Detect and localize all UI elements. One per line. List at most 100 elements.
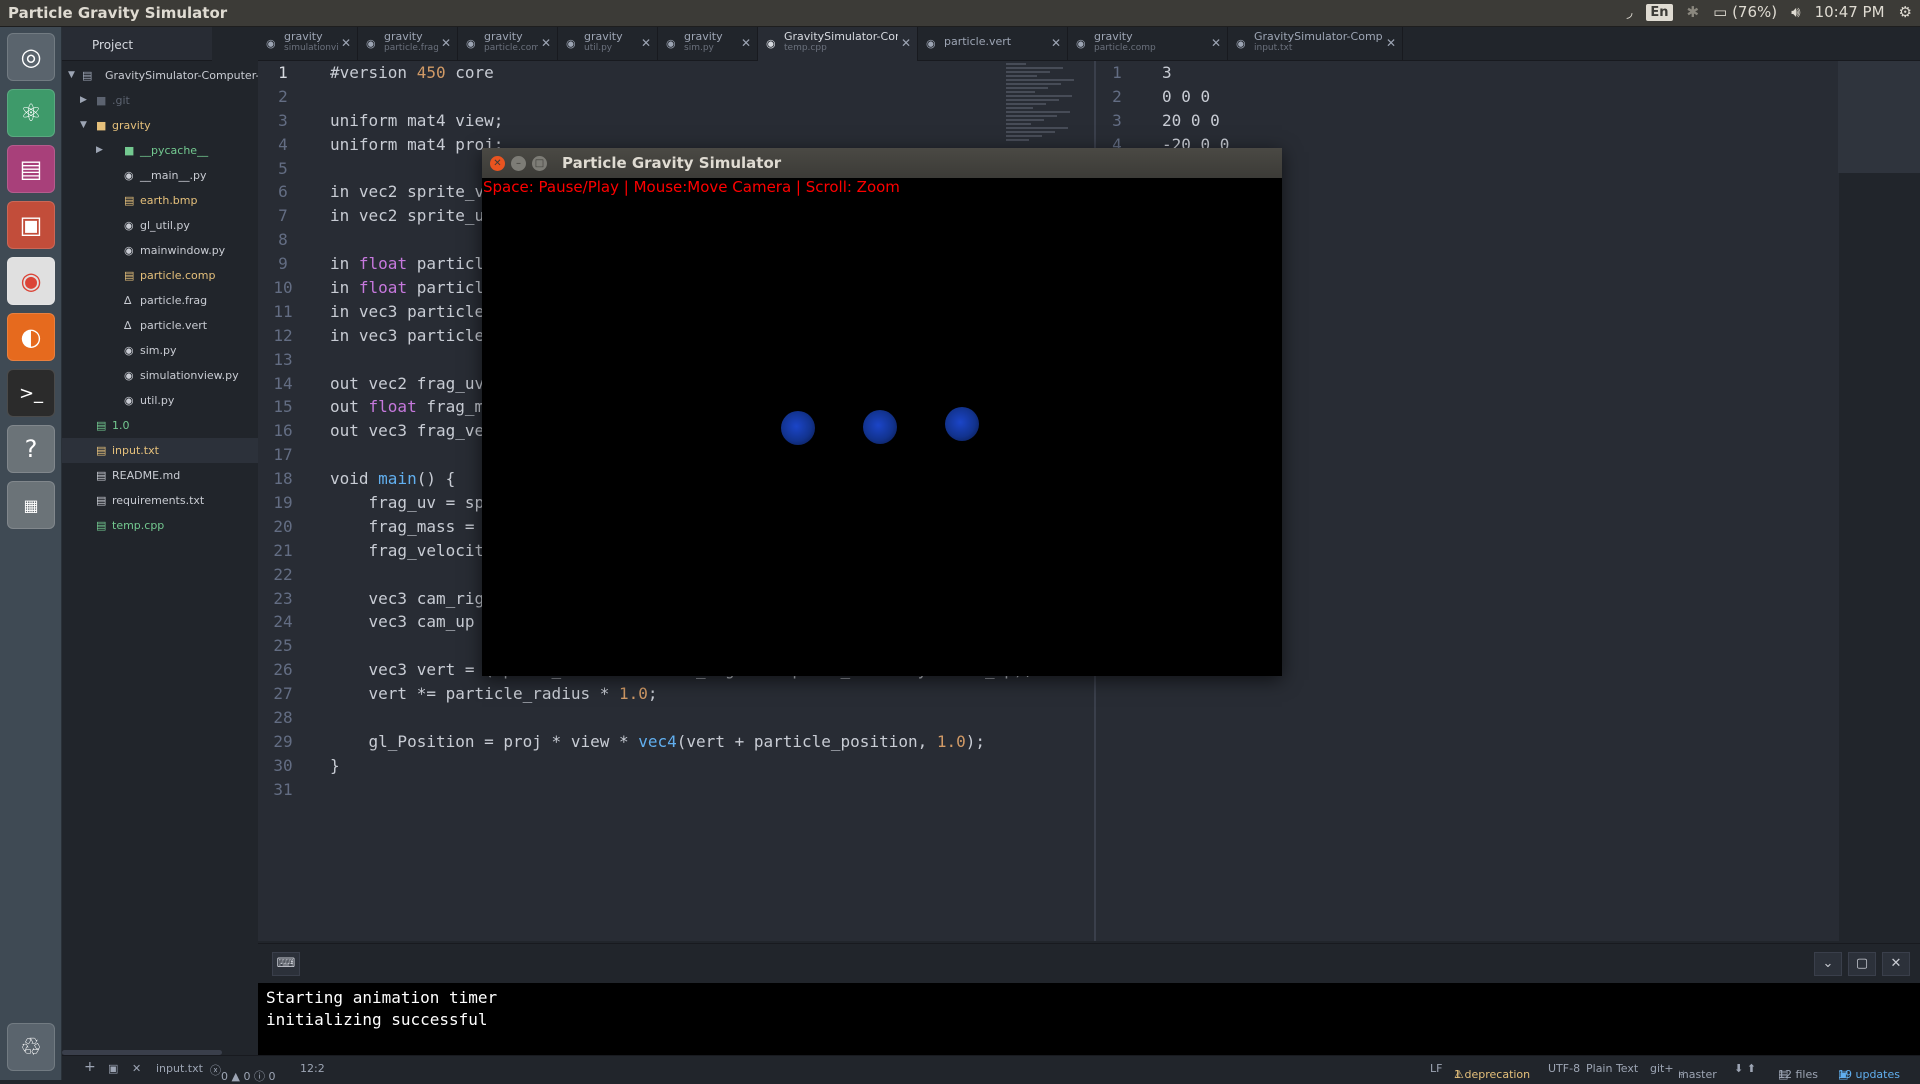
tree-item[interactable]: ◉ gl_util.py <box>62 213 258 238</box>
files-icon[interactable]: ▣ <box>7 201 55 249</box>
line-number: 6 <box>278 182 288 202</box>
close-tab-icon[interactable]: ✕ <box>1051 36 1061 50</box>
code-line[interactable]: #version 450 core <box>330 61 1033 85</box>
workspaces-icon[interactable]: ▦ <box>7 481 55 529</box>
editor-tab[interactable]: ◉gravityparticle.comp✕ <box>458 27 558 61</box>
tree-item[interactable]: ▶ ■ __pycache__ <box>62 138 258 163</box>
tree-root[interactable]: ▼ ▤ GravitySimulator-Computer-Gr <box>62 63 273 88</box>
wifi-icon[interactable]: ◞ <box>1627 3 1633 21</box>
simulator-titlebar[interactable]: ✕ – □ Particle Gravity Simulator <box>482 148 1282 178</box>
close-tab-icon[interactable]: ✕ <box>741 36 751 50</box>
tree-item[interactable]: ◉ sim.py <box>62 338 258 363</box>
fetch-icon[interactable]: ⬇ ⬆ <box>1734 1062 1756 1075</box>
repo-icon: ▤ <box>82 69 93 82</box>
editor-tab[interactable]: ◉ gravitysimulationvie...✕ <box>258 27 358 61</box>
editor-tab[interactable]: ◉ gravity sim.py ✕ <box>658 27 758 61</box>
atom-icon[interactable]: ⚛ <box>7 89 55 137</box>
tree-item[interactable]: ◉ __main__.py <box>62 163 258 188</box>
simulator-window[interactable]: ✕ – □ Particle Gravity Simulator Space: … <box>482 148 1282 676</box>
close-tab-icon[interactable]: ✕ <box>1211 36 1221 50</box>
editor-tab[interactable]: ◉ GravitySimulator-Compute...input.txt ✕ <box>1228 27 1403 61</box>
terminal-icon[interactable]: >_ <box>7 369 55 417</box>
bluetooth-icon[interactable]: ✱ <box>1687 3 1700 21</box>
tree-item[interactable]: ▤ requirements.txt <box>62 488 258 513</box>
close-tab-icon[interactable]: ✕ <box>441 36 451 50</box>
close-icon[interactable]: ✕ <box>132 1062 141 1075</box>
add-icon[interactable]: + <box>84 1059 96 1075</box>
minimize-window-icon[interactable]: – <box>511 156 526 171</box>
line-number: 9 <box>278 254 288 274</box>
tree-item[interactable]: ▶ ■ .git <box>62 88 258 113</box>
firefox-icon[interactable]: ◐ <box>7 313 55 361</box>
code-line[interactable] <box>330 706 1033 730</box>
editor-tab[interactable]: ◉ gravity util.py ✕ <box>558 27 658 61</box>
tree-item[interactable]: ▤ particle.comp <box>62 263 258 288</box>
code-line[interactable]: } <box>330 754 1033 778</box>
code-line[interactable] <box>330 778 1033 802</box>
volume-icon[interactable]: 🔊︎ <box>1791 3 1800 21</box>
tree-item[interactable]: ▼ ■ gravity <box>62 113 258 138</box>
keyboard-language-indicator[interactable]: En <box>1646 3 1673 21</box>
encoding[interactable]: UTF-8 <box>1548 1062 1580 1075</box>
minimap-right[interactable] <box>1838 61 1920 173</box>
code-line[interactable]: 20 0 0 <box>1162 109 1229 133</box>
close-tab-icon[interactable]: ✕ <box>541 36 551 50</box>
project-tab[interactable]: Project <box>62 27 212 61</box>
chrome-icon[interactable]: ◉ <box>7 257 55 305</box>
editor-tab[interactable]: ◉ gravity particle.frag ✕ <box>358 27 458 61</box>
gear-icon[interactable]: ⚙ <box>1899 3 1912 21</box>
tree-item[interactable]: ▤ earth.bmp <box>62 188 258 213</box>
maximize-icon[interactable]: ▢ <box>1848 952 1876 976</box>
terminal-output[interactable]: Starting animation timer initializing su… <box>258 983 1920 1055</box>
grammar[interactable]: Plain Text <box>1586 1062 1638 1075</box>
maximize-window-icon[interactable]: □ <box>532 156 547 171</box>
close-tab-icon[interactable]: ✕ <box>1386 36 1396 50</box>
tab-title: GravitySimulator-Compute... <box>1254 30 1383 43</box>
close-icon[interactable]: ✕ <box>1882 952 1910 976</box>
tree-item[interactable]: ◉ util.py <box>62 388 258 413</box>
tree-item[interactable]: ◉ simulationview.py <box>62 363 258 388</box>
minimap-line <box>1006 119 1044 121</box>
close-tab-icon[interactable]: ✕ <box>901 36 911 50</box>
line-number: 30 <box>273 755 293 775</box>
close-window-icon[interactable]: ✕ <box>490 156 505 171</box>
code-line[interactable]: vert *= particle_radius * 1.0; <box>330 682 1033 706</box>
trash-icon[interactable]: ♲ <box>7 1023 55 1071</box>
tree-item[interactable]: ◉ mainwindow.py <box>62 238 258 263</box>
code-line[interactable]: gl_Position = proj * view * vec4(vert + … <box>330 730 1033 754</box>
line-ending[interactable]: LF <box>1430 1062 1442 1075</box>
chevron-down-icon[interactable]: ⌄ <box>1814 952 1842 976</box>
system-settings-icon[interactable]: ◎ <box>7 33 55 81</box>
tree-item[interactable]: ▤ temp.cpp <box>62 513 258 538</box>
code-line[interactable]: 0 0 0 <box>1162 85 1229 109</box>
tree-item[interactable]: ▤ 1.0 <box>62 413 258 438</box>
tree-item[interactable]: ▤ README.md <box>62 463 258 488</box>
battery-indicator[interactable]: ▭ (76%) <box>1713 3 1777 21</box>
keyboard-icon[interactable]: ⌨ <box>272 952 300 976</box>
cursor-position[interactable]: 12:2 <box>300 1062 325 1075</box>
editor-tab[interactable]: ◉ GravitySimulator-Comput...temp.cpp ✕ <box>758 27 918 61</box>
line-number: 11 <box>273 301 293 321</box>
code-line[interactable]: uniform mat4 view; <box>330 109 1033 133</box>
help-icon[interactable]: ? <box>7 425 55 473</box>
problem-counts[interactable]: ⓧ 0 ▲ 0 ⓘ 0 <box>210 1062 275 1083</box>
editor-tab[interactable]: ◉gravityparticle.comp✕ <box>1068 27 1228 61</box>
code-line[interactable]: 3 <box>1162 61 1229 85</box>
tree-item[interactable]: ▤ input.txt <box>62 438 258 463</box>
app-icon[interactable]: ▤ <box>7 145 55 193</box>
clock[interactable]: 10:47 PM <box>1815 3 1885 21</box>
folder-icon: ■ <box>96 119 107 132</box>
tab-title: GravitySimulator-Comput... <box>784 30 898 43</box>
close-tab-icon[interactable]: ✕ <box>641 36 651 50</box>
git-status[interactable]: git+ <box>1650 1062 1674 1075</box>
minimap[interactable] <box>1006 61 1090 143</box>
tree-item[interactable]: ∆ particle.vert <box>62 313 258 338</box>
code-line[interactable] <box>330 85 1033 109</box>
code-lines-right[interactable]: 30 0 0 20 0 0 -20 0 0 <box>1162 61 1229 157</box>
close-tab-icon[interactable]: ✕ <box>341 36 351 50</box>
terminal-toggle-icon[interactable]: ▣ <box>108 1062 118 1075</box>
editor-tab[interactable]: ◉ particle.vert ✕ <box>918 27 1068 61</box>
line-number: 21 <box>273 540 293 560</box>
status-file[interactable]: input.txt <box>156 1062 203 1075</box>
tree-item[interactable]: ∆ particle.frag <box>62 288 258 313</box>
